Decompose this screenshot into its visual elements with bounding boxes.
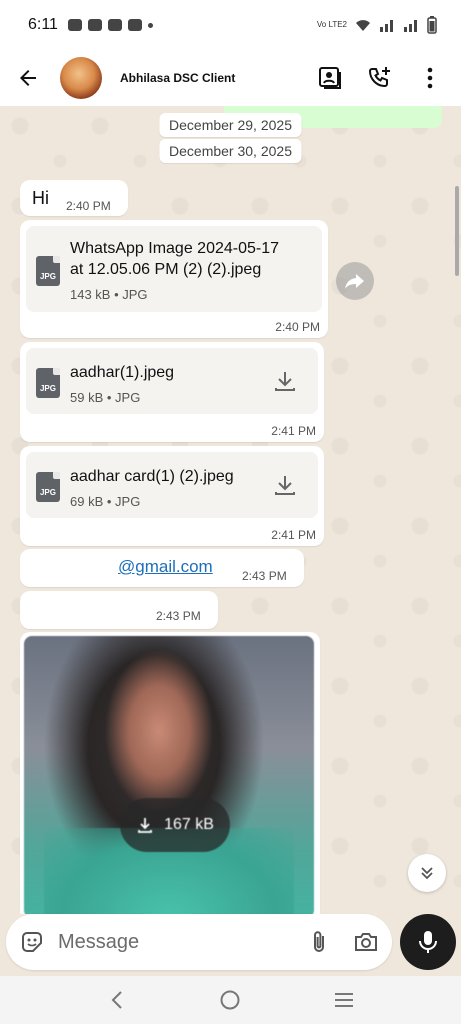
camera-icon [355,933,377,951]
image-size: 167 kB [164,816,214,833]
back-button[interactable] [0,50,56,106]
add-call-button[interactable] [365,63,395,93]
paperclip-icon [314,931,324,952]
document-name: aadhar(1).jpeg [70,364,175,381]
app-notification-icon [87,19,102,31]
message-text: Hi [32,188,49,208]
date-chip: December 30, 2025 [159,139,302,163]
chevron-left-icon [111,991,122,1009]
scrollbar[interactable] [455,186,459,276]
more-vertical-icon [427,67,433,89]
battery-icon [427,16,437,34]
camera-button[interactable] [346,922,386,962]
document-card[interactable]: JPG aadhar card(1) (2).jpeg 69 kB • JPG [26,452,318,518]
wifi-icon [356,20,370,31]
document-card[interactable]: JPG WhatsApp Image 2024-05-17 at 12.05.0… [26,226,322,312]
status-time: 6:11 [28,16,58,33]
download-icon [275,372,295,391]
system-icons: Vo LTE2 [317,16,437,34]
notification-icons [67,19,153,31]
date-chip: December 29, 2025 [159,113,302,137]
message-composer: Message [6,914,392,970]
image-message[interactable]: 167 kB [20,632,320,914]
sticker-button[interactable] [6,914,58,970]
microphone-icon [419,931,437,953]
play-notification-icon [127,19,142,31]
document-name: aadhar card(1) (2).jpeg [70,468,234,485]
chat-area[interactable]: December 29, 2025 December 30, 2025 Hi 2… [0,106,461,914]
jpg-file-icon: JPG [36,256,60,286]
contact-card-icon [319,67,341,89]
phone-plus-icon [368,67,390,88]
document-meta: 59 kB • JPG [70,390,141,405]
signal-icon [380,20,393,32]
sticker-icon [22,932,42,952]
message-time: 2:40 PM [275,320,320,334]
status-bar: 6:11 Vo LTE2 [0,0,461,50]
nav-recents-button[interactable] [324,980,364,1020]
message-input[interactable]: Message [58,931,300,954]
received-message[interactable]: @gmail.com 2:43 PM [20,549,304,587]
network-label: Vo LTE2 [316,20,347,29]
more-options-button[interactable] [415,63,445,93]
system-navigation-bar [0,976,461,1024]
signal-icon [404,20,417,32]
home-circle-icon [220,990,240,1010]
document-name: WhatsApp Image 2024-05-17 at 12.05.06 PM… [70,240,280,278]
attach-button[interactable] [300,922,340,962]
scroll-to-bottom-button[interactable] [408,854,446,892]
nav-back-button[interactable] [97,980,137,1020]
message-time: 2:41 PM [271,528,316,542]
app-notification-icon [107,19,122,31]
document-message[interactable]: JPG WhatsApp Image 2024-05-17 at 12.05.0… [20,220,328,338]
menu-icon [335,993,354,1007]
message-time: 2:43 PM [242,569,287,583]
arrow-left-icon [20,70,36,86]
received-message[interactable]: 2:43 PM [20,591,218,629]
contact-card-button[interactable] [315,63,345,93]
document-card[interactable]: JPG aadhar(1).jpeg 59 kB • JPG [26,348,318,414]
message-time: 2:43 PM [156,609,201,623]
email-link[interactable]: @gmail.com [118,557,213,577]
forward-button[interactable] [336,262,374,300]
download-icon [138,818,152,833]
jpg-file-icon: JPG [36,368,60,398]
document-message[interactable]: JPG aadhar(1).jpeg 59 kB • JPG 2:41 PM [20,342,324,442]
document-meta: 69 kB • JPG [70,494,141,509]
received-message[interactable]: Hi 2:40 PM [20,180,128,216]
download-button[interactable] [272,368,298,394]
contact-avatar[interactable] [60,57,102,99]
contact-name[interactable]: Abhilasa DSC Client [120,71,235,85]
jpg-file-icon: JPG [36,472,60,502]
download-icon [275,476,295,495]
document-meta: 143 kB • JPG [70,287,148,302]
chat-header: Abhilasa DSC Client [0,50,461,106]
double-chevron-down-icon [421,867,433,880]
nav-home-button[interactable] [210,980,250,1020]
message-time: 2:41 PM [271,424,316,438]
message-time: 2:40 PM [66,199,111,213]
image-download-button[interactable]: 167 kB [120,798,230,852]
voice-record-button[interactable] [400,914,456,970]
forward-icon [345,274,364,289]
document-message[interactable]: JPG aadhar card(1) (2).jpeg 69 kB • JPG … [20,446,324,546]
blurred-photo[interactable]: 167 kB [24,636,314,914]
download-button[interactable] [272,472,298,498]
more-notifications-icon [147,22,153,28]
whatsapp-notification-icon [67,19,82,31]
